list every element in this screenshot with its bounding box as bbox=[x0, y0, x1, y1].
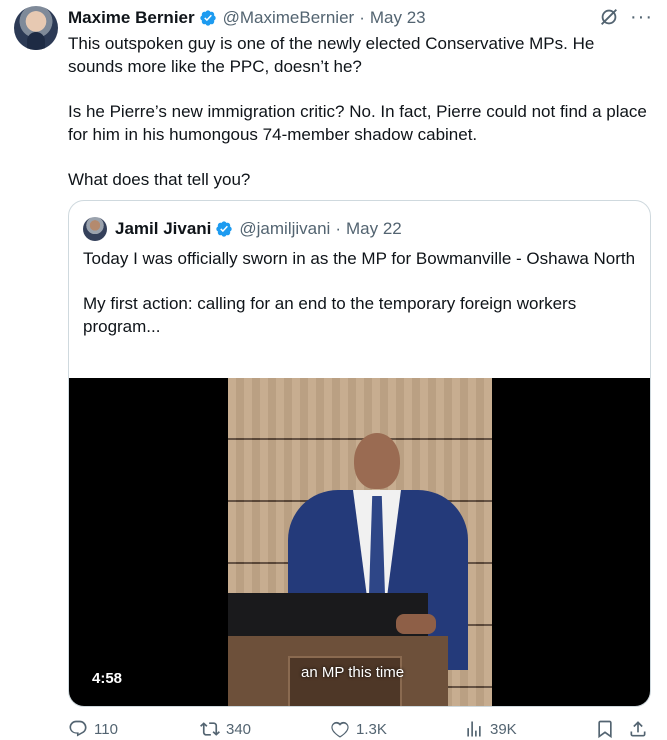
video-duration: 4:58 bbox=[83, 667, 132, 693]
tweet-paragraph: Is he Pierre’s new immigration critic? N… bbox=[68, 102, 647, 144]
video-caption: an MP this time bbox=[301, 664, 405, 681]
views-icon bbox=[467, 721, 481, 737]
author-handle[interactable]: @MaximeBernier bbox=[223, 8, 355, 28]
tweet-paragraph: What does that tell you? bbox=[68, 170, 251, 189]
reply-button[interactable]: 110 bbox=[68, 719, 118, 739]
author-avatar[interactable] bbox=[14, 6, 58, 50]
quoted-paragraph: My first action: calling for an end to t… bbox=[83, 294, 577, 336]
video-frame bbox=[228, 378, 492, 706]
tweet-text: This outspoken guy is one of the newly e… bbox=[68, 32, 648, 191]
share-icon bbox=[630, 721, 646, 737]
quoted-text: Today I was officially sworn in as the M… bbox=[83, 247, 638, 338]
repost-count: 340 bbox=[226, 720, 252, 738]
quoted-avatar bbox=[83, 217, 107, 241]
views-count: 39K bbox=[490, 720, 517, 738]
bookmark-icon bbox=[598, 720, 612, 739]
tweet-date[interactable]: May 23 bbox=[370, 8, 426, 28]
tweet[interactable]: Maxime Bernier @MaximeBernier · May 23 ·… bbox=[0, 0, 667, 740]
share-button[interactable] bbox=[628, 719, 654, 739]
repost-button[interactable]: 340 bbox=[200, 719, 251, 739]
verified-badge-icon bbox=[199, 10, 216, 26]
tweet-header: Maxime Bernier @MaximeBernier · May 23 bbox=[68, 7, 426, 29]
reply-icon bbox=[69, 720, 87, 737]
quoted-date: May 22 bbox=[346, 219, 402, 238]
speaker-head bbox=[354, 433, 400, 489]
verified-badge-icon bbox=[216, 221, 233, 237]
like-icon bbox=[331, 721, 349, 738]
reply-count: 110 bbox=[94, 720, 118, 738]
author-name[interactable]: Maxime Bernier bbox=[68, 8, 195, 28]
quoted-author-name: Jamil Jivani bbox=[115, 219, 212, 238]
video-player[interactable]: an MP this time 4:58 bbox=[69, 378, 650, 706]
tweet-paragraph: This outspoken guy is one of the newly e… bbox=[68, 34, 595, 76]
like-button[interactable]: 1.3K bbox=[330, 719, 387, 739]
action-bar: 110 340 1.3K 39K bbox=[68, 719, 651, 740]
grok-icon[interactable] bbox=[598, 6, 620, 28]
bookmark-button[interactable] bbox=[595, 719, 621, 739]
more-icon[interactable]: ··· bbox=[630, 7, 653, 27]
quoted-header: Jamil Jivani @jamiljivani · May 22 bbox=[83, 216, 402, 242]
quoted-handle: @jamiljivani bbox=[239, 219, 331, 238]
like-count: 1.3K bbox=[356, 720, 387, 738]
quoted-tweet[interactable]: Jamil Jivani @jamiljivani · May 22 Today… bbox=[68, 200, 651, 707]
quoted-paragraph: Today I was officially sworn in as the M… bbox=[83, 249, 636, 268]
top-actions: ··· bbox=[598, 6, 653, 28]
views-button[interactable]: 39K bbox=[464, 719, 517, 739]
repost-icon bbox=[200, 722, 220, 736]
separator-dot: · bbox=[335, 219, 342, 238]
separator-dot: · bbox=[359, 8, 365, 27]
